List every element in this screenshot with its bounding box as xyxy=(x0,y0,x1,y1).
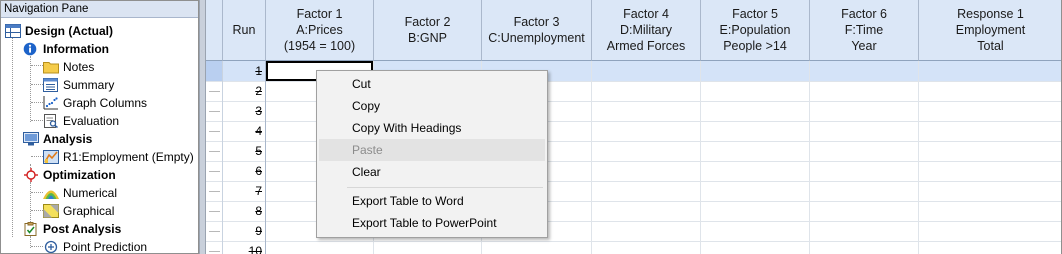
navigation-pane: Navigation Pane Design (Actual) Informat… xyxy=(0,0,199,254)
header-line-3: Total xyxy=(977,39,1004,53)
header-line-3: Year xyxy=(851,39,877,53)
row-selector[interactable] xyxy=(206,181,223,201)
column-header-factor-1[interactable]: Factor 1 A:Prices (1954 = 100) xyxy=(266,0,374,61)
row-selector[interactable] xyxy=(206,221,223,241)
column-header-response-1[interactable]: Response 1 Employment Total xyxy=(919,0,1061,61)
menu-item-export-word[interactable]: Export Table to Word xyxy=(319,190,545,212)
menu-item-cut[interactable]: Cut xyxy=(319,73,545,95)
nav-item-label: Optimization xyxy=(43,168,116,182)
row-selector[interactable] xyxy=(206,81,223,101)
evaluation-icon xyxy=(43,114,59,129)
column-header-factor-6[interactable]: Factor 6 F:Time Year xyxy=(810,0,919,61)
run-number: 2 xyxy=(223,81,266,101)
header-line-2: Employment xyxy=(955,23,1026,37)
menu-item-copy[interactable]: Copy xyxy=(319,95,545,117)
nav-item-label: Evaluation xyxy=(63,114,120,128)
nav-item-label: Information xyxy=(43,42,109,56)
header-line-2: D:Military xyxy=(619,23,673,37)
menu-item-clear[interactable]: Clear xyxy=(319,161,545,183)
pane-splitter[interactable] xyxy=(199,0,206,254)
run-number: 6 xyxy=(223,161,266,181)
column-header-factor-5[interactable]: Factor 5 E:Population People >14 xyxy=(701,0,810,61)
header-line-1: Factor 3 xyxy=(513,15,560,29)
design-table-icon xyxy=(5,24,21,38)
point-prediction-icon xyxy=(43,240,59,253)
numerical-icon xyxy=(43,186,59,200)
context-menu: Cut Copy Copy With Headings Paste Clear … xyxy=(316,70,548,238)
column-header-factor-4[interactable]: Factor 4 D:Military Armed Forces xyxy=(592,0,701,61)
navigation-pane-title: Navigation Pane xyxy=(1,1,198,18)
analysis-icon xyxy=(23,132,39,146)
nav-item-label: Post Analysis xyxy=(43,222,122,236)
post-analysis-icon xyxy=(23,222,39,236)
response-icon xyxy=(43,150,59,164)
nav-item-label: Analysis xyxy=(43,132,93,146)
row-selector[interactable] xyxy=(206,141,223,161)
header-line-2: F:Time xyxy=(844,23,884,37)
menu-separator xyxy=(347,187,543,188)
nav-item-label: Graph Columns xyxy=(63,96,148,110)
run-number: 3 xyxy=(223,101,266,121)
nav-item-label: Numerical xyxy=(63,186,118,200)
run-number: 4 xyxy=(223,121,266,141)
header-line-2: E:Population xyxy=(719,23,791,37)
run-number: 1 xyxy=(223,61,266,81)
row-selector[interactable] xyxy=(206,61,223,81)
row-selector[interactable] xyxy=(206,101,223,121)
graph-columns-icon xyxy=(43,96,59,110)
row-selector[interactable] xyxy=(206,121,223,141)
nav-item-label: Design (Actual) xyxy=(25,24,114,38)
header-line-3: Armed Forces xyxy=(606,39,686,53)
header-line-1: Factor 4 xyxy=(623,7,669,21)
run-number: 9 xyxy=(223,221,266,241)
row-selector[interactable] xyxy=(206,241,223,254)
column-header-factor-3[interactable]: Factor 3 C:Unemployment xyxy=(482,0,592,61)
menu-item-paste[interactable]: Paste xyxy=(319,139,545,161)
run-number: 7 xyxy=(223,181,266,201)
menu-item-copy-with-headings[interactable]: Copy With Headings xyxy=(319,117,545,139)
folder-icon xyxy=(43,60,59,74)
header-line-2: C:Unemployment xyxy=(488,31,585,45)
nav-item-label: Graphical xyxy=(63,204,115,218)
graphical-icon xyxy=(43,204,59,218)
header-line-2: B:GNP xyxy=(408,31,447,45)
header-line-3: People >14 xyxy=(723,39,787,53)
corner-cell[interactable] xyxy=(206,0,223,61)
header-line-1: Factor 6 xyxy=(841,7,887,21)
summary-icon xyxy=(43,78,59,92)
header-line-1: Response 1 xyxy=(957,7,1024,21)
run-number: 5 xyxy=(223,141,266,161)
header-line-1: Factor 2 xyxy=(404,15,451,29)
row-selector[interactable] xyxy=(206,161,223,181)
row-selector[interactable] xyxy=(206,201,223,221)
run-column-header[interactable]: Run xyxy=(223,0,266,61)
info-icon xyxy=(23,42,39,56)
header-line-3: (1954 = 100) xyxy=(283,39,356,53)
nav-item-label: Point Prediction xyxy=(63,240,148,254)
optimization-icon xyxy=(23,168,39,182)
nav-item-label: Summary xyxy=(63,78,115,92)
column-header-factor-2[interactable]: Factor 2 B:GNP xyxy=(374,0,482,61)
header-line-1: Factor 5 xyxy=(732,7,778,21)
nav-item-label: R1:Employment (Empty) xyxy=(63,150,194,164)
run-number: 10 xyxy=(223,241,266,254)
header-line-1: Factor 1 xyxy=(296,7,343,21)
run-number: 8 xyxy=(223,201,266,221)
menu-item-export-powerpoint[interactable]: Export Table to PowerPoint xyxy=(319,212,545,234)
header-line-2: A:Prices xyxy=(296,23,343,37)
nav-item-label: Notes xyxy=(63,60,95,74)
